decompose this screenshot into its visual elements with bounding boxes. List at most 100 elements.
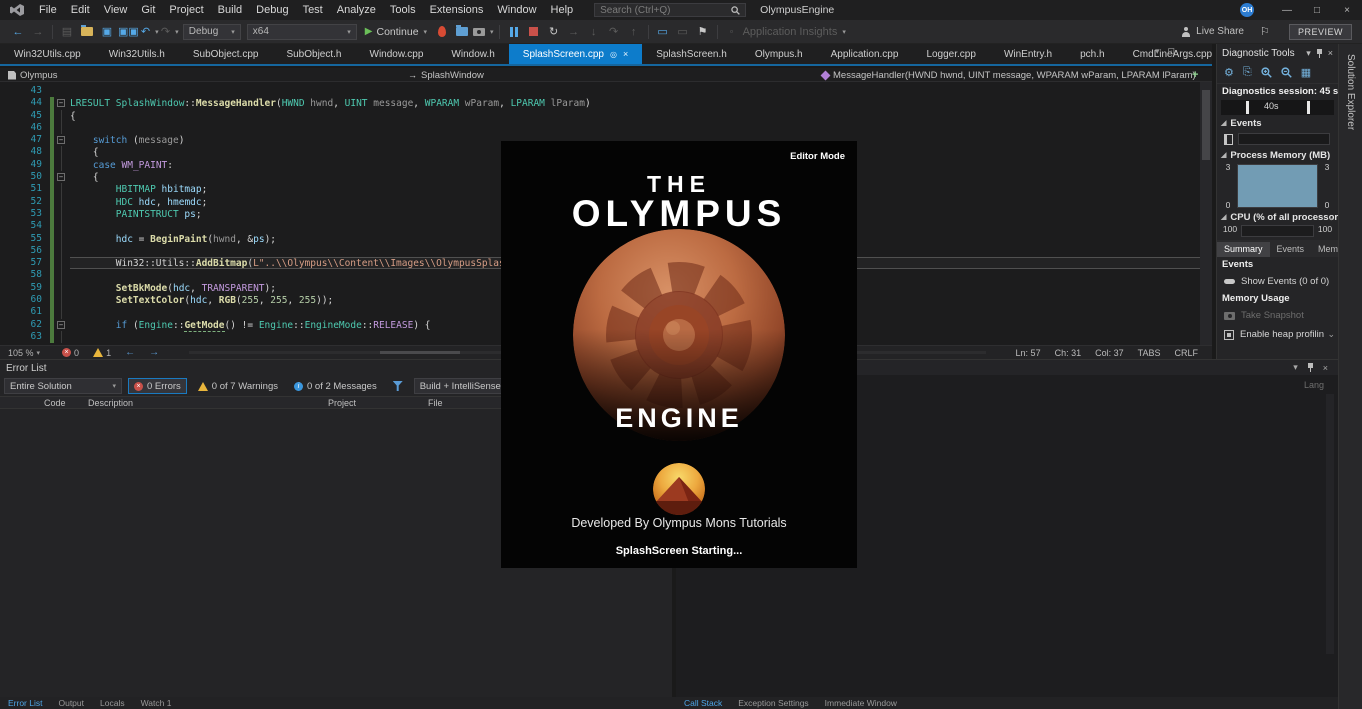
panel-dropdown-icon[interactable]: ▾ <box>1293 362 1298 373</box>
save-icon[interactable]: ▣ <box>98 23 116 41</box>
step-out-icon[interactable]: ↑ <box>625 23 643 41</box>
code-line-45[interactable]: 45{ <box>0 110 1200 122</box>
menu-view[interactable]: View <box>97 4 135 16</box>
zoom-in-icon[interactable] <box>1261 67 1272 78</box>
menu-test[interactable]: Test <box>296 4 330 16</box>
bottom-tab-output[interactable]: Output <box>50 698 92 708</box>
hot-reload-icon[interactable] <box>433 23 451 41</box>
fold-gutter[interactable] <box>54 306 70 318</box>
continue-button[interactable]: ▶ Continue▾ <box>365 26 427 38</box>
diag-settings-icon[interactable]: ⚙ <box>1224 66 1234 79</box>
fold-gutter[interactable] <box>54 122 70 134</box>
prev-issue-icon[interactable]: ← <box>125 347 135 358</box>
menu-window[interactable]: Window <box>490 4 543 16</box>
tab-Win32Utils.h[interactable]: Win32Utils.h <box>95 44 179 64</box>
errors-filter-button[interactable]: × 0 Errors <box>128 378 187 394</box>
zoom-level-dropdown[interactable]: 105 % <box>8 348 34 358</box>
show-next-statement-icon[interactable]: → <box>565 23 583 41</box>
browse-icon[interactable] <box>453 23 471 41</box>
app-insights-dropdown[interactable]: Application Insights▾ <box>743 23 846 41</box>
next-issue-icon[interactable]: → <box>149 347 159 358</box>
code-line-46[interactable]: 46 <box>0 122 1200 134</box>
fold-gutter[interactable] <box>54 196 70 208</box>
fold-gutter[interactable] <box>54 331 70 343</box>
scope-dropdown[interactable]: Entire Solution▾ <box>4 378 122 394</box>
menu-project[interactable]: Project <box>162 4 210 16</box>
show-events-link[interactable]: Show Events (0 of 0) <box>1217 272 1338 291</box>
bottom-tab-exception-settings[interactable]: Exception Settings <box>730 698 816 708</box>
status-tabs[interactable]: TABS <box>1138 348 1161 358</box>
events-section-header[interactable]: ◢ Events <box>1217 116 1338 130</box>
diag-tab-summary[interactable]: Summary <box>1217 242 1270 257</box>
avatar[interactable]: OH <box>1240 3 1254 17</box>
breadcrumb-member[interactable]: MessageHandler(HWND hwnd, UINT message, … <box>822 68 1196 82</box>
step-over-icon[interactable]: ↷ <box>605 23 623 41</box>
tab-overflow-icon[interactable]: ▾ <box>1155 46 1160 57</box>
pause-icon[interactable] <box>505 23 523 41</box>
tab-SplashScreen.h[interactable]: SplashScreen.h <box>642 44 741 64</box>
comment-icon[interactable]: ▭ <box>654 23 672 41</box>
status-eol[interactable]: CRLF <box>1174 348 1198 358</box>
code-line-43[interactable]: 43 <box>0 85 1200 97</box>
tab-pch.h[interactable]: pch.h <box>1066 44 1118 64</box>
tab-SplashScreen.cpp[interactable]: SplashScreen.cpp◎× <box>509 44 642 64</box>
fold-gutter[interactable] <box>54 282 70 294</box>
open-folder-icon[interactable] <box>78 23 96 41</box>
fold-gutter[interactable] <box>54 208 70 220</box>
preview-button[interactable]: PREVIEW <box>1289 24 1352 40</box>
fold-gutter[interactable]: − <box>54 319 70 331</box>
panel-close-icon[interactable]: × <box>1323 363 1328 373</box>
solution-explorer-side-tab[interactable]: Solution Explorer <box>1338 44 1362 709</box>
tab-Window.h[interactable]: Window.h <box>437 44 508 64</box>
undo-icon[interactable]: ↶▾ <box>141 23 159 41</box>
tab-Logger.cpp[interactable]: Logger.cpp <box>912 44 990 64</box>
uncomment-icon[interactable]: ▭ <box>674 23 692 41</box>
save-all-icon[interactable]: ▣▣ <box>118 23 139 41</box>
fold-gutter[interactable] <box>54 245 70 257</box>
tab-close-icon[interactable]: × <box>623 49 628 59</box>
menu-help[interactable]: Help <box>544 4 581 16</box>
scroll-down-icon[interactable]: ⌄ <box>1327 329 1335 340</box>
editor-vertical-scrollbar[interactable] <box>1200 82 1212 345</box>
diag-pin-icon[interactable] <box>1317 49 1322 58</box>
diag-close-icon[interactable]: × <box>1328 48 1333 58</box>
panel-scrollbar[interactable] <box>1326 394 1334 654</box>
bottom-tab-immediate-window[interactable]: Immediate Window <box>817 698 905 708</box>
search-input[interactable]: Search (Ctrl+Q) <box>594 3 746 17</box>
configuration-dropdown[interactable]: Debug▾ <box>183 24 241 40</box>
enable-heap-profiling-button[interactable]: Enable heap profilin ⌄ <box>1217 325 1338 344</box>
screenshot-icon[interactable]: ▾ <box>473 23 494 41</box>
stop-icon[interactable] <box>525 23 543 41</box>
menu-debug[interactable]: Debug <box>249 4 295 16</box>
bottom-tab-locals[interactable]: Locals <box>92 698 133 708</box>
tab-Window.cpp[interactable]: Window.cpp <box>356 44 438 64</box>
diag-dropdown-icon[interactable]: ▾ <box>1306 48 1311 59</box>
breadcrumb-project[interactable]: Olympus <box>8 68 57 82</box>
warning-count-icon[interactable] <box>93 348 103 357</box>
menu-git[interactable]: Git <box>134 4 162 16</box>
close-button[interactable]: × <box>1332 0 1362 20</box>
restart-icon[interactable]: ↻ <box>545 23 563 41</box>
timeline-marker[interactable] <box>1307 101 1310 114</box>
tab-Olympus.h[interactable]: Olympus.h <box>741 44 817 64</box>
bookmark-icon[interactable]: ⚑ <box>694 23 712 41</box>
tab-WinEntry.h[interactable]: WinEntry.h <box>990 44 1066 64</box>
code-line-44[interactable]: 44−LRESULT SplashWindow::MessageHandler(… <box>0 97 1200 109</box>
pin-icon[interactable] <box>1308 363 1313 372</box>
fold-gutter[interactable] <box>54 294 70 306</box>
new-file-icon[interactable]: ▤ <box>58 23 76 41</box>
zoom-out-icon[interactable] <box>1281 67 1292 78</box>
fold-gutter[interactable] <box>54 183 70 195</box>
fold-gutter[interactable] <box>54 85 70 97</box>
messages-filter-button[interactable]: i 0 of 2 Messages <box>289 378 382 394</box>
fold-gutter[interactable] <box>54 110 70 122</box>
fold-gutter[interactable] <box>54 233 70 245</box>
breadcrumb-window[interactable]: → SplashWindow <box>408 68 484 82</box>
warnings-filter-button[interactable]: 0 of 7 Warnings <box>193 378 283 394</box>
menu-file[interactable]: File <box>32 4 64 16</box>
diag-export-icon[interactable]: ⎘ <box>1243 66 1252 79</box>
fold-gutter[interactable] <box>54 220 70 232</box>
diag-tab-events[interactable]: Events <box>1270 242 1312 257</box>
filter-button[interactable] <box>388 378 408 394</box>
platform-dropdown[interactable]: x64▾ <box>247 24 357 40</box>
